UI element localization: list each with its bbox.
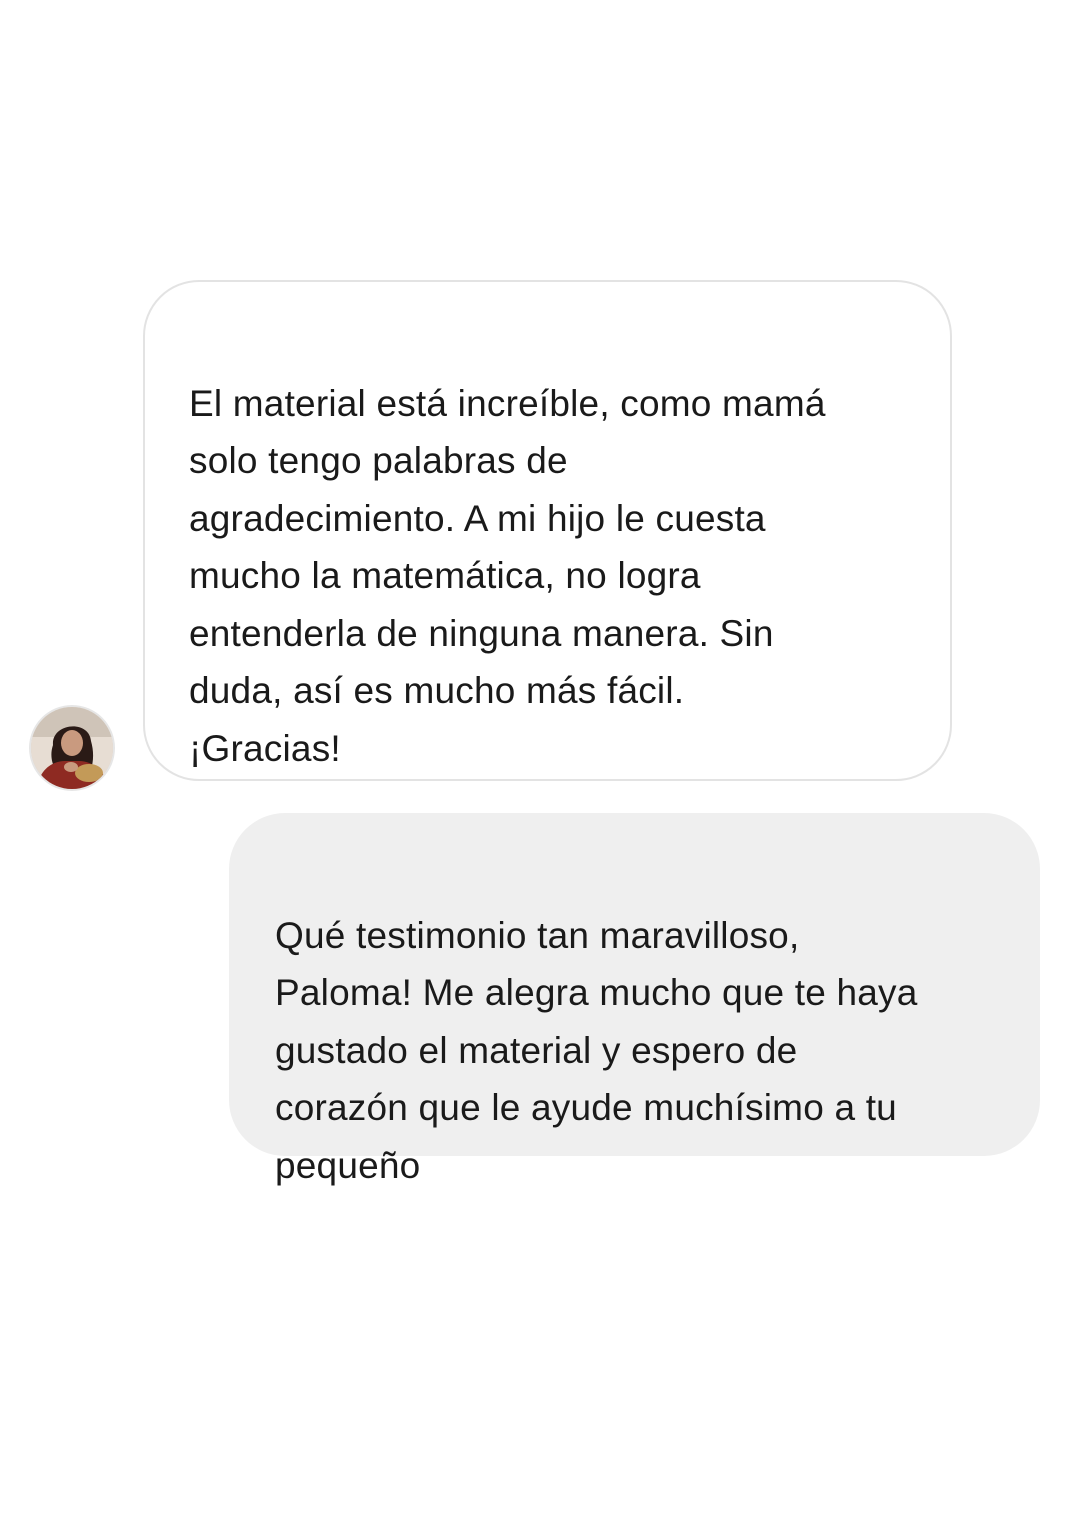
incoming-message-text: El material está increíble, como mamá so…	[189, 382, 826, 769]
incoming-message-bubble: El material está increíble, como mamá so…	[143, 280, 952, 781]
outgoing-message-text: Qué testimonio tan maravilloso, Paloma! …	[275, 914, 918, 1186]
avatar-photo-icon	[31, 707, 113, 789]
outgoing-message-bubble: Qué testimonio tan maravilloso, Paloma! …	[229, 813, 1040, 1186]
contact-avatar[interactable]	[31, 707, 113, 789]
conversation-thread: El material está increíble, como mamá so…	[0, 0, 1092, 1516]
